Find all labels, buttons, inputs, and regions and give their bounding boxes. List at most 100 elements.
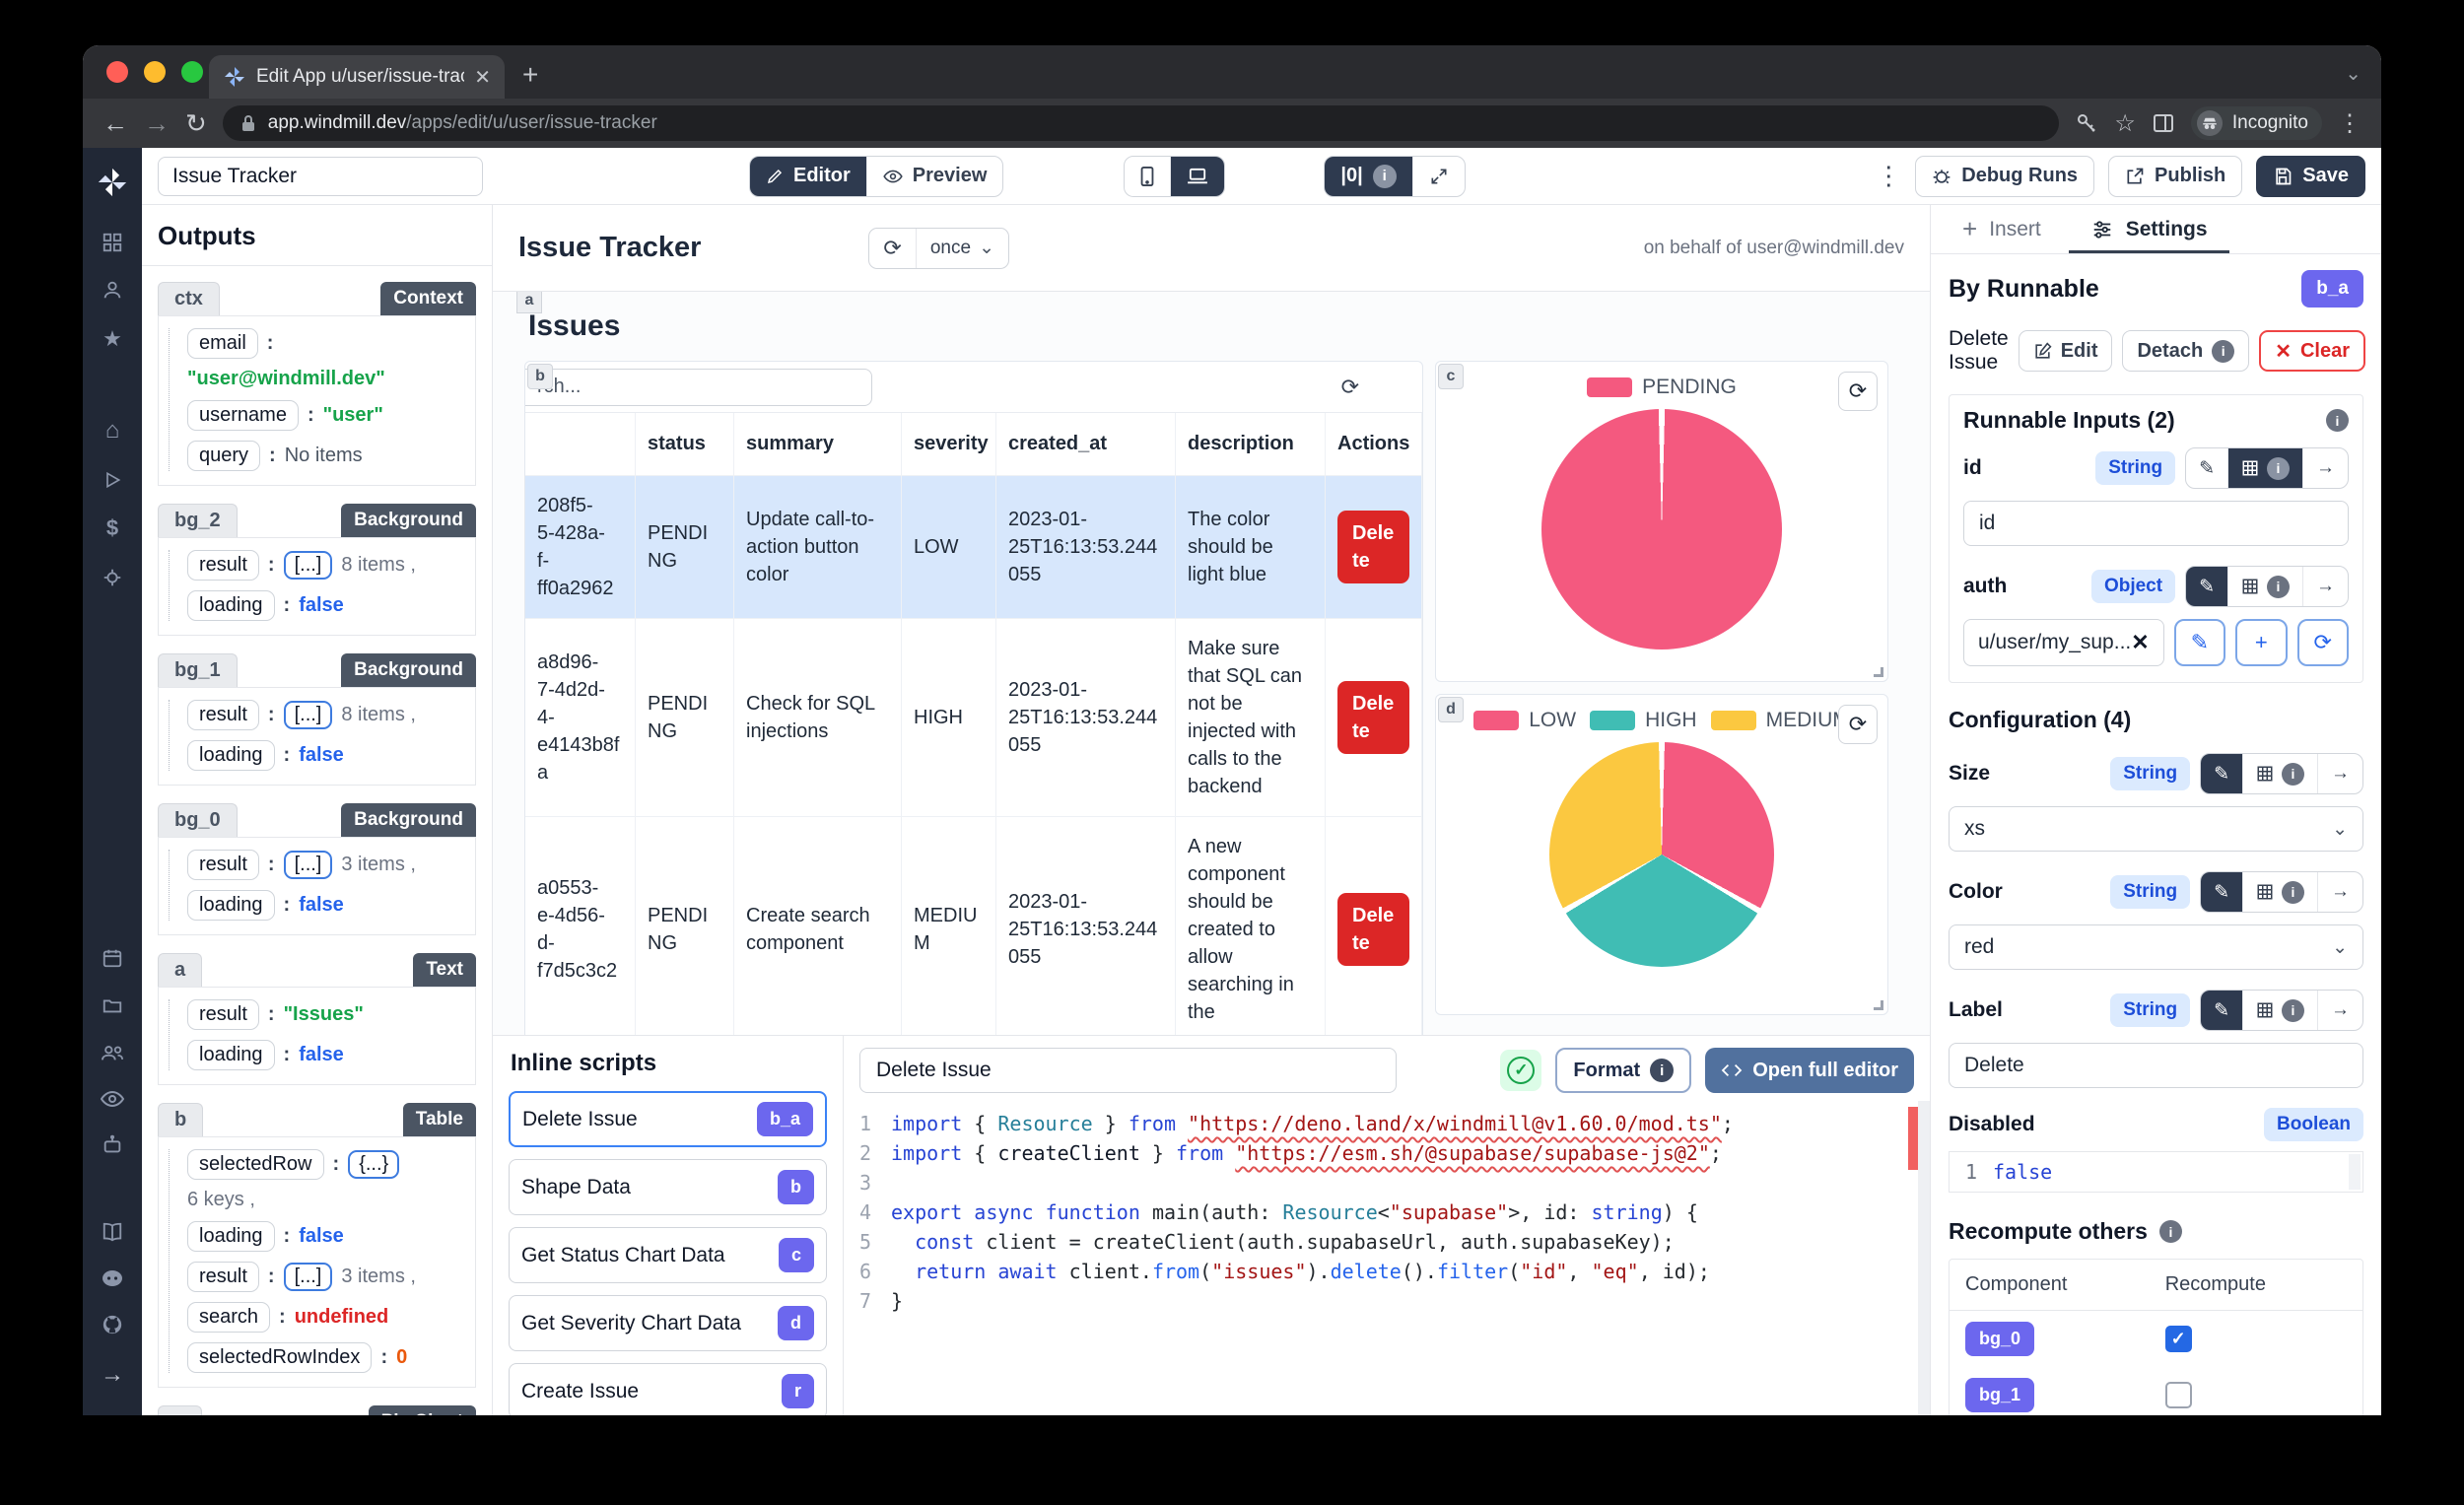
tab-settings[interactable]: Settings	[2069, 205, 2229, 253]
eval-arrow-button[interactable]: →	[2317, 872, 2362, 912]
disabled-expr-editor[interactable]: 1 false	[1949, 1151, 2363, 1193]
color-select[interactable]: red⌄	[1949, 924, 2363, 970]
component-tag-a[interactable]: a	[516, 292, 542, 313]
component-badge[interactable]: bg_0	[1965, 1322, 2034, 1356]
cell-created-at[interactable]: 2023-01-25T16:13:53.244055	[996, 618, 1176, 816]
cell-description[interactable]: A new component should be created to all…	[1176, 816, 1326, 1035]
cell-id[interactable]: a0553-e-4d56-d-f7d5c3c2	[525, 816, 636, 1035]
code-editor[interactable]: 1import { Resource } from "https://deno.…	[844, 1101, 1930, 1415]
close-tab-icon[interactable]: ✕	[474, 65, 491, 90]
desktop-view-button[interactable]	[1170, 157, 1224, 196]
static-pencil-button[interactable]: ✎	[2201, 754, 2242, 793]
detach-button[interactable]: Detachi	[2122, 330, 2249, 372]
publish-button[interactable]: Publish	[2108, 156, 2242, 197]
resize-handle[interactable]	[1874, 1000, 1883, 1010]
apps-grid-icon[interactable]	[102, 232, 123, 253]
recompute-checkbox[interactable]	[2165, 1382, 2192, 1408]
output-row[interactable]: loadingfalse	[187, 1221, 465, 1252]
output-row[interactable]: queryNo items	[187, 441, 465, 471]
delete-row-button[interactable]: Delete	[1337, 893, 1409, 966]
table-component[interactable]: b rch... ⟳ status summary severity	[524, 361, 1423, 1035]
windmill-logo-icon[interactable]	[96, 166, 129, 199]
output-key[interactable]: ctx	[158, 282, 220, 315]
output-row[interactable]: selectedRow{...}6 keys ,	[187, 1149, 465, 1211]
add-resource-button[interactable]: +	[2235, 619, 2287, 666]
cell-description[interactable]: Make sure that SQL can not be injected w…	[1176, 618, 1326, 816]
toolbar-kebab-icon[interactable]: ⋮	[1876, 161, 1901, 191]
cell-status[interactable]: PENDING	[636, 816, 734, 1035]
delete-row-button[interactable]: Delete	[1337, 681, 1409, 754]
edit-resource-button[interactable]: ✎	[2174, 619, 2225, 666]
save-button[interactable]: Save	[2256, 156, 2365, 197]
mobile-view-button[interactable]	[1125, 157, 1170, 196]
col-header-created-at[interactable]: created_at	[996, 413, 1176, 475]
output-row[interactable]: email"user@windmill.dev"	[187, 328, 465, 390]
eval-arrow-button[interactable]: →	[2302, 567, 2348, 606]
editor-mode-button[interactable]: Editor	[750, 157, 866, 196]
expand-array-button[interactable]: [...]	[284, 1263, 333, 1291]
severity-pie-component[interactable]: d LOW HIGH MEDIUM ⟳	[1435, 694, 1888, 1015]
cell-severity[interactable]: HIGH	[902, 618, 996, 816]
chart-refresh-button[interactable]: ⟳	[1838, 705, 1878, 744]
eval-arrow-button[interactable]: →	[2317, 754, 2362, 793]
home-icon[interactable]: ⌂	[105, 417, 120, 445]
github-icon[interactable]	[102, 1314, 123, 1335]
resources-icon[interactable]	[102, 567, 123, 588]
table-refresh-icon[interactable]: ⟳	[1341, 375, 1359, 400]
forward-icon[interactable]: →	[144, 108, 170, 139]
back-icon[interactable]: ←	[103, 108, 128, 139]
preview-mode-button[interactable]: Preview	[866, 157, 1003, 196]
fullscreen-button[interactable]	[1412, 157, 1465, 196]
output-row[interactable]: result[...]8 items ,	[187, 550, 465, 581]
connect-grid-button[interactable]: i	[2242, 991, 2317, 1030]
connect-grid-button[interactable]: i	[2227, 448, 2302, 488]
col-header-summary[interactable]: summary	[734, 413, 902, 475]
output-row[interactable]: result[...]8 items ,	[187, 700, 465, 730]
component-tag-b[interactable]: b	[527, 364, 553, 389]
script-item-shape-data[interactable]: Shape Datab	[509, 1159, 827, 1215]
expand-array-button[interactable]: [...]	[284, 851, 333, 879]
status-pie-chart[interactable]	[1541, 409, 1782, 650]
output-row[interactable]: loadingfalse	[187, 1040, 465, 1070]
output-key[interactable]: b	[158, 1103, 203, 1136]
new-tab-button[interactable]: +	[522, 59, 538, 91]
table-search-input[interactable]: rch...	[525, 369, 872, 406]
expand-object-button[interactable]: {...}	[348, 1150, 399, 1179]
cell-severity[interactable]: MEDIUM	[902, 816, 996, 1035]
connect-grid-button[interactable]: i	[2227, 567, 2302, 606]
app-refresh-button[interactable]: ⟳	[869, 229, 915, 268]
clear-x-icon[interactable]: ✕	[2131, 630, 2149, 655]
discord-icon[interactable]	[101, 1268, 124, 1288]
script-name-input[interactable]: Delete Issue	[859, 1048, 1397, 1093]
output-row[interactable]: result[...]3 items ,	[187, 1262, 465, 1292]
recompute-checkbox[interactable]: ✓	[2165, 1326, 2192, 1352]
legend-item[interactable]: LOW	[1473, 709, 1576, 732]
cell-created-at[interactable]: 2023-01-25T16:13:53.244055	[996, 816, 1176, 1035]
chart-refresh-button[interactable]: ⟳	[1838, 372, 1878, 411]
output-row[interactable]: loadingfalse	[187, 890, 465, 921]
cell-id[interactable]: 208f5-5-428a-f-ff0a2962	[525, 475, 636, 618]
component-badge[interactable]: bg_1	[1965, 1378, 2034, 1412]
col-header-severity[interactable]: severity	[902, 413, 996, 475]
cell-created-at[interactable]: 2023-01-25T16:13:53.244055	[996, 475, 1176, 618]
output-key[interactable]: bg_0	[158, 803, 238, 837]
status-pie-component[interactable]: c PENDING ⟳	[1435, 361, 1888, 682]
output-key[interactable]: bg_1	[158, 653, 238, 687]
clear-button[interactable]: ✕Clear	[2259, 330, 2365, 372]
connect-grid-button[interactable]: i	[2242, 754, 2317, 793]
col-header-description[interactable]: description	[1176, 413, 1326, 475]
minimize-window-button[interactable]	[144, 61, 166, 83]
cell-description[interactable]: The color should be light blue	[1176, 475, 1326, 618]
incognito-chip[interactable]: Incognito	[2191, 106, 2322, 140]
output-row[interactable]: loadingfalse	[187, 740, 465, 771]
delete-row-button[interactable]: Delete	[1337, 511, 1409, 583]
runnable-id-badge[interactable]: b_a	[2301, 270, 2363, 308]
static-pencil-button[interactable]: ✎	[2186, 448, 2227, 488]
variables-dollar-icon[interactable]: $	[106, 515, 118, 541]
script-item-status-chart[interactable]: Get Status Chart Datac	[509, 1227, 827, 1283]
refresh-mode-dropdown[interactable]: once⌄	[916, 229, 1008, 268]
favorites-star-icon[interactable]: ★	[103, 326, 122, 352]
cell-summary[interactable]: Update call-to-action button color	[734, 475, 902, 618]
legend-item[interactable]: PENDING	[1587, 376, 1737, 399]
tab-search-chevron-icon[interactable]: ⌄	[2345, 61, 2361, 86]
